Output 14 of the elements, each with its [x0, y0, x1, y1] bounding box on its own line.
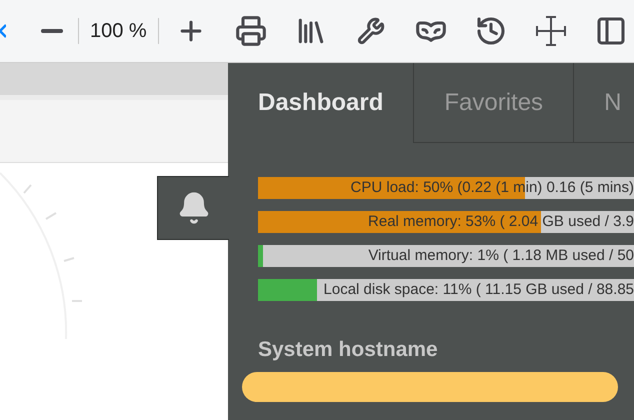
panel-tab[interactable]: Dashboard	[228, 63, 414, 143]
wrench-icon	[356, 17, 385, 45]
sidebar-icon	[594, 15, 627, 47]
crosshair-icon	[534, 15, 567, 47]
meter-label: Local disk space: 11% ( 11.15 GB used / 88.85	[324, 280, 634, 300]
chevron-icon[interactable]	[0, 24, 6, 38]
printer-icon	[234, 15, 267, 47]
bell-tab[interactable]	[157, 176, 229, 240]
minus-icon	[41, 29, 63, 33]
zoom-reset-button[interactable]: 100 %	[85, 16, 152, 46]
history-icon	[474, 15, 507, 47]
meter-label: Virtual memory: 1% ( 1.18 MB used / 50	[368, 246, 634, 266]
meter-label: Real memory: 53% ( 2.04 GB used / 3.9	[368, 212, 634, 232]
hostname-heading: System hostname	[257, 337, 439, 363]
